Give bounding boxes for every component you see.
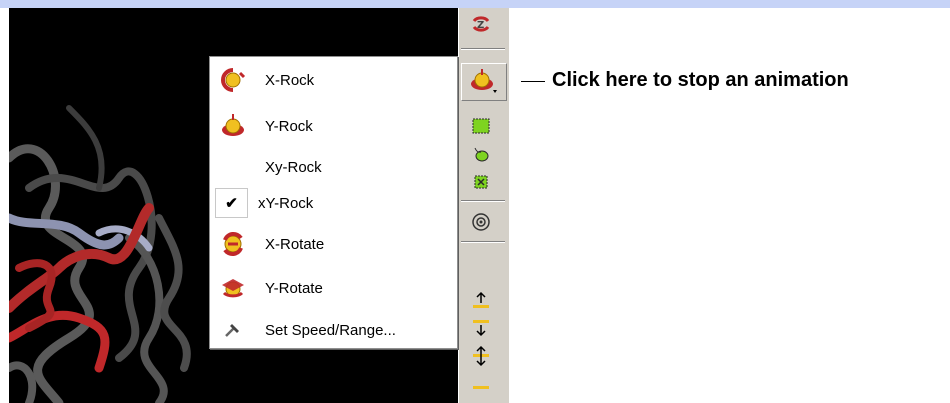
hammer-icon xyxy=(213,313,253,347)
move-down-icon[interactable] xyxy=(465,314,497,342)
toolbar-separator xyxy=(461,200,505,202)
menu-item-y-rotate[interactable]: Y-Rotate xyxy=(213,271,454,305)
callout-annotation: Click here to stop an animation xyxy=(552,69,849,91)
y-rotate-icon xyxy=(213,271,253,305)
menu-item-label: X-Rotate xyxy=(265,235,325,253)
svg-text:Z: Z xyxy=(477,20,484,31)
select-box-icon[interactable] xyxy=(465,112,497,140)
toolbar-separator xyxy=(461,241,505,243)
menu-item-xy-rock[interactable]: Xy-Rock xyxy=(213,150,454,184)
menu-item-x-rotate[interactable]: X-Rotate xyxy=(213,227,454,261)
x-rotate-icon xyxy=(213,227,253,261)
toolbar-separator xyxy=(461,48,505,50)
rock-animation-icon xyxy=(471,69,497,93)
lasso-icon[interactable] xyxy=(465,140,497,168)
menu-item-label: Set Speed/Range... xyxy=(265,321,396,339)
top-title-bar-strip xyxy=(0,0,950,8)
move-up-icon[interactable] xyxy=(465,286,497,314)
menu-item-label: X-Rock xyxy=(265,71,315,89)
rotate-z-icon[interactable]: Z xyxy=(465,10,497,38)
menu-item-set-speed-range[interactable]: Set Speed/Range... xyxy=(213,313,454,347)
menu-item-label: Y-Rotate xyxy=(265,279,323,297)
menu-item-label: xY-Rock xyxy=(258,194,314,212)
menu-item-y-rock[interactable]: Y-Rock xyxy=(213,109,454,143)
menu-item-x-rock[interactable]: X-Rock xyxy=(213,63,454,97)
deselect-icon[interactable] xyxy=(465,168,497,196)
checkmark-icon: ✔ xyxy=(215,188,248,218)
menu-item-label: Y-Rock xyxy=(265,117,313,135)
callout-pointer-line xyxy=(521,81,545,82)
x-rock-icon xyxy=(213,63,253,97)
toolbar-partial-icon[interactable] xyxy=(465,374,497,394)
menu-item-xY-rock[interactable]: ✔ xY-Rock xyxy=(213,186,454,220)
vertical-toolbar: Z xyxy=(458,8,509,403)
menu-item-label: Xy-Rock xyxy=(265,158,322,176)
center-target-icon[interactable] xyxy=(465,208,497,236)
y-rock-icon xyxy=(213,109,253,143)
blank-icon-slot xyxy=(213,150,253,184)
rock-options-menu: X-Rock Y-Rock Xy-Rock ✔ xY-Rock X-Rotate… xyxy=(209,56,458,349)
move-updown-icon[interactable] xyxy=(465,342,497,370)
rock-animation-button[interactable] xyxy=(461,63,507,101)
